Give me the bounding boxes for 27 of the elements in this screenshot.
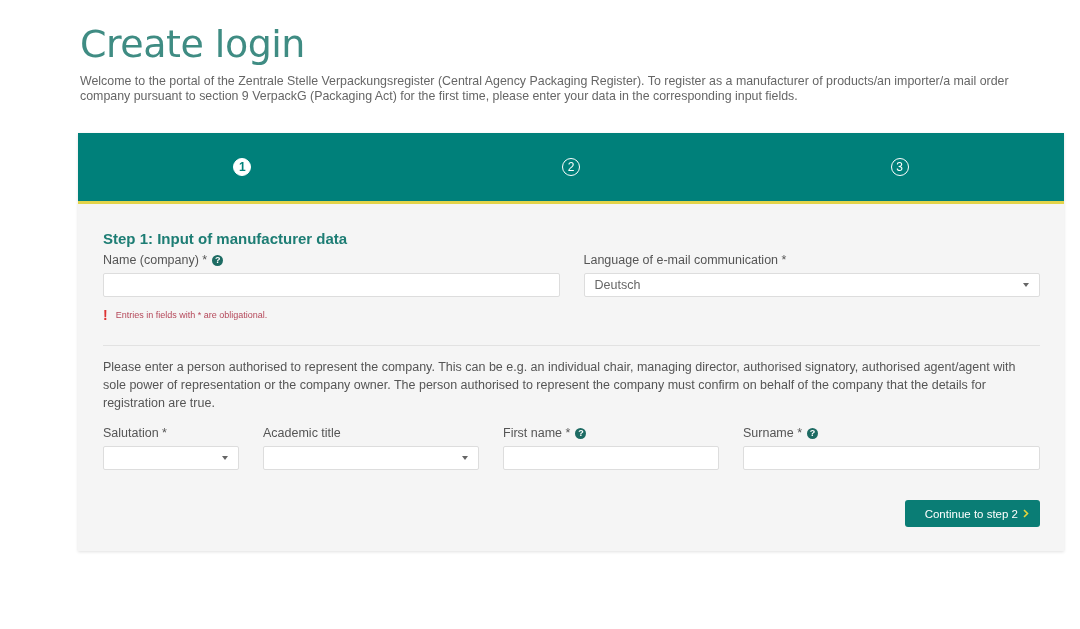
section-title: Step 1: Input of manufacturer data: [103, 230, 349, 247]
field-label: Salutation *: [103, 426, 167, 440]
help-icon[interactable]: ?: [807, 427, 819, 439]
intro-text: Welcome to the portal of the Zentrale Stelle Verpackungsregister (Central Agency Packaging Register). To register as a manufacturer of products/an importer/a mail order company pursuant to section 9 VerpackG (Packaging Act) for the first time, please enter your data in the corresponding input fields.: [80, 74, 1010, 104]
help-icon[interactable]: ?: [212, 254, 224, 266]
input-field[interactable]: [503, 446, 719, 470]
continue-button[interactable]: Continue to step 2: [904, 500, 1040, 527]
error-text: Entries in fields with * are obligational.: [115, 310, 268, 320]
input-field[interactable]: [743, 446, 1040, 470]
field-label: Academic title: [263, 426, 341, 440]
note-text: Please enter a person authorised to represent the company. This can be e.g. an individual chair, managing director, authorised signatory, authorised agent/agent with sole power of representation or the company owner. The person authorised to represent the company must confirm on behalf of the company that the details for registration are true.: [103, 359, 1017, 412]
select-field[interactable]: [263, 446, 479, 470]
field-label: Language of e-mail communication *: [583, 253, 787, 267]
caret-icon: [462, 456, 468, 460]
select-field[interactable]: [103, 446, 239, 470]
field-label: Name (company) *: [103, 253, 208, 267]
step-number[interactable]: 1: [233, 158, 252, 176]
field-label: First name *: [503, 426, 571, 440]
caret-icon: [222, 456, 228, 460]
input-field[interactable]: [103, 273, 560, 297]
field-label: Surname *: [743, 426, 803, 440]
page-title: Create login: [80, 22, 306, 66]
error-icon: !: [103, 307, 108, 323]
select-field[interactable]: Deutsch: [583, 273, 1040, 297]
help-icon[interactable]: ?: [575, 427, 587, 439]
caret-icon: [1023, 283, 1029, 287]
chevron-icon: [1023, 509, 1029, 518]
